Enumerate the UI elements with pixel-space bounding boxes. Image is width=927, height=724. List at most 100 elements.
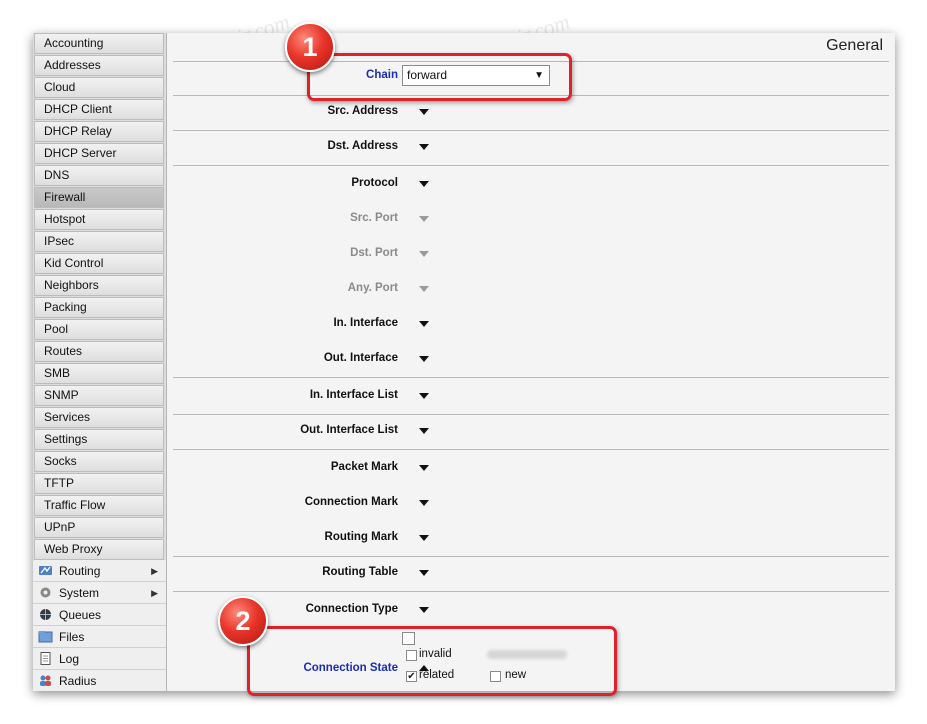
expand-packet-mark-icon[interactable] (419, 465, 429, 471)
sidebar-item-pool[interactable]: Pool (34, 319, 164, 340)
dst-address-label: Dst. Address (327, 140, 398, 152)
users-icon (40, 675, 51, 686)
expand-out-interface-icon[interactable] (419, 356, 429, 362)
sidebar-item-addresses[interactable]: Addresses (34, 55, 164, 76)
menu-item-system[interactable]: System ▶ (33, 582, 166, 604)
expand-connection-type-icon[interactable] (419, 607, 429, 613)
sidebar-item-kid-control[interactable]: Kid Control (34, 253, 164, 274)
sidebar-item-accounting[interactable]: Accounting (34, 33, 164, 54)
menu-item-queues[interactable]: Queues (33, 604, 166, 626)
routing-icon (39, 566, 52, 575)
row-connection-mark: Connection Mark (167, 489, 895, 519)
menu-item-label: System (59, 586, 100, 600)
expand-src-address-icon[interactable] (419, 109, 429, 115)
row-dst-address: Dst. Address (167, 133, 895, 163)
menu-item-label: Files (59, 630, 85, 644)
row-connection-type: Connection Type (167, 596, 895, 626)
sidebar-item-neighbors[interactable]: Neighbors (34, 275, 164, 296)
menu-item-log[interactable]: Log (33, 648, 166, 670)
sidebar-item-dhcp-relay[interactable]: DHCP Relay (34, 121, 164, 142)
sidebar-item-routes[interactable]: Routes (34, 341, 164, 362)
menu-item-routing[interactable]: Routing ▶ (33, 560, 166, 582)
out-interface-label: Out. Interface (323, 352, 398, 364)
out-interface-list-label: Out. Interface List (300, 424, 398, 436)
divider (173, 130, 889, 131)
routing-mark-label: Routing Mark (324, 531, 398, 543)
log-icon (40, 652, 51, 665)
highlight-connection-state (247, 626, 617, 696)
row-protocol: Protocol (167, 170, 895, 200)
sidebar-item-ipsec[interactable]: IPsec (34, 231, 164, 252)
sidebar-item-firewall[interactable]: Firewall (34, 187, 164, 208)
expand-any-port-icon (419, 286, 429, 292)
row-dst-port: Dst. Port (167, 240, 895, 270)
row-routing-table: Routing Table (167, 559, 895, 589)
sidebar-item-services[interactable]: Services (34, 407, 164, 428)
packet-mark-label: Packet Mark (330, 461, 398, 473)
expand-src-port-icon (419, 216, 429, 222)
submenu-arrow-icon: ▶ (151, 588, 158, 598)
sidebar-item-dhcp-client[interactable]: DHCP Client (34, 99, 164, 120)
expand-dst-port-icon (419, 251, 429, 257)
sidebar-item-dns[interactable]: DNS (34, 165, 164, 186)
expand-dst-address-icon[interactable] (419, 144, 429, 150)
expand-routing-mark-icon[interactable] (419, 535, 429, 541)
sidebar-item-upnp[interactable]: UPnP (34, 517, 164, 538)
sidebar-item-hotspot[interactable]: Hotspot (34, 209, 164, 230)
divider (173, 449, 889, 450)
row-in-interface-list: In. Interface List (167, 382, 895, 412)
step-1-badge: 1 (285, 22, 335, 72)
expand-routing-table-icon[interactable] (419, 570, 429, 576)
sidebar-item-cloud[interactable]: Cloud (34, 77, 164, 98)
expand-in-interface-list-icon[interactable] (419, 393, 429, 399)
row-src-port: Src. Port (167, 205, 895, 235)
sidebar-item-snmp[interactable]: SNMP (34, 385, 164, 406)
app-window: Accounting Addresses Cloud DHCP Client D… (33, 33, 895, 691)
highlight-chain (307, 53, 572, 101)
in-interface-label: In. Interface (333, 317, 398, 329)
any-port-label: Any. Port (347, 282, 398, 294)
folder-icon (38, 631, 53, 643)
divider (173, 556, 889, 557)
sidebar-item-traffic-flow[interactable]: Traffic Flow (34, 495, 164, 516)
menu-item-label: Radius (59, 674, 97, 688)
expand-in-interface-icon[interactable] (419, 321, 429, 327)
dst-port-label: Dst. Port (350, 247, 398, 259)
sidebar-item-dhcp-server[interactable]: DHCP Server (34, 143, 164, 164)
connection-mark-label: Connection Mark (304, 496, 398, 508)
expand-protocol-icon[interactable] (419, 181, 429, 187)
expand-out-interface-list-icon[interactable] (419, 428, 429, 434)
rule-editor: General Chain forward ▼ Src. Address Dst… (167, 33, 895, 691)
row-routing-mark: Routing Mark (167, 524, 895, 554)
divider (173, 377, 889, 378)
divider (173, 591, 889, 592)
step-2-badge: 2 (218, 596, 268, 646)
row-in-interface: In. Interface (167, 310, 895, 340)
menu-item-files[interactable]: Files (33, 626, 166, 648)
sidebar-item-tftp[interactable]: TFTP (34, 473, 164, 494)
queues-icon (40, 609, 51, 620)
sidebar-item-packing[interactable]: Packing (34, 297, 164, 318)
menu-item-label: Log (59, 652, 80, 666)
menu-item-radius[interactable]: Radius (33, 670, 166, 691)
sidebar-item-settings[interactable]: Settings (34, 429, 164, 450)
sidebar-item-web-proxy[interactable]: Web Proxy (34, 539, 164, 560)
divider (173, 165, 889, 166)
in-interface-list-label: In. Interface List (309, 389, 398, 401)
routing-table-label: Routing Table (322, 566, 398, 578)
protocol-label: Protocol (351, 177, 398, 189)
row-any-port: Any. Port (167, 275, 895, 305)
menu-item-label: Routing (59, 564, 101, 578)
src-address-label: Src. Address (327, 105, 398, 117)
sidebar: Accounting Addresses Cloud DHCP Client D… (33, 33, 167, 691)
src-port-label: Src. Port (350, 212, 398, 224)
divider (173, 414, 889, 415)
row-packet-mark: Packet Mark (167, 454, 895, 484)
sidebar-item-socks[interactable]: Socks (34, 451, 164, 472)
sidebar-item-smb[interactable]: SMB (34, 363, 164, 384)
submenu-arrow-icon: ▶ (151, 566, 158, 576)
tab-general[interactable]: General (826, 37, 883, 55)
expand-connection-mark-icon[interactable] (419, 500, 429, 506)
menu-item-label: Queues (59, 608, 102, 622)
row-out-interface-list: Out. Interface List (167, 417, 895, 447)
